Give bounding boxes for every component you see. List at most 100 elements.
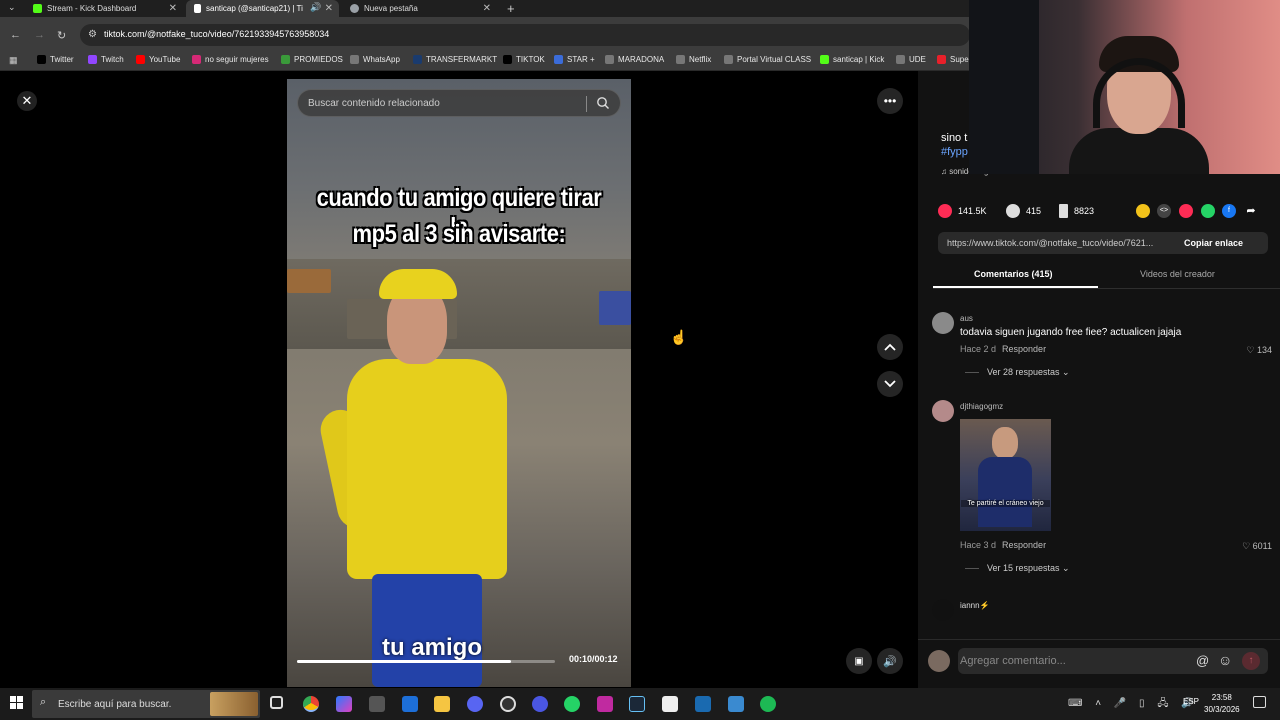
notifications-icon[interactable] xyxy=(1253,696,1266,708)
volume-icon[interactable]: 🔊 xyxy=(877,648,903,674)
bookmark-promiedos[interactable]: PROMIEDOS xyxy=(281,55,343,64)
whatsapp-icon[interactable] xyxy=(1201,204,1215,218)
url-field[interactable]: ⚙ tiktok.com/@notfake_tuco/video/7621933… xyxy=(80,24,970,46)
search-icon: ⌕ xyxy=(40,696,47,708)
bookmark-label: TRANSFERMARKT xyxy=(426,55,498,64)
video-player[interactable]: cuando tu amigo quiere tirar la mp5 al 3… xyxy=(287,79,631,687)
comment-username[interactable]: aus xyxy=(960,314,973,323)
back-icon[interactable]: ← xyxy=(10,29,21,41)
view-replies-button[interactable]: Ver 15 respuestas ⌄ xyxy=(965,563,1070,574)
emoji-icon[interactable]: ☺ xyxy=(1218,652,1232,668)
chrome-icon[interactable] xyxy=(303,696,319,712)
youtube-icon xyxy=(136,55,145,64)
link-row: https://www.tiktok.com/@notfake_tuco/vid… xyxy=(938,232,1268,254)
tab-tiktok[interactable]: santicap (@santicap21) | Ti 🔊 ✕ xyxy=(186,0,339,17)
embed-icon[interactable]: <> xyxy=(1157,204,1171,218)
video-link[interactable]: https://www.tiktok.com/@notfake_tuco/vid… xyxy=(947,238,1175,248)
bookmark-youtube[interactable]: YouTube xyxy=(136,55,180,64)
view-replies-button[interactable]: Ver 28 respuestas ⌄ xyxy=(965,367,1070,378)
tab-creator-videos[interactable]: Videos del creador xyxy=(1140,269,1215,279)
discord-icon[interactable] xyxy=(467,696,483,712)
bookmark-twitch[interactable]: Twitch xyxy=(88,55,124,64)
bookmark-twitter[interactable]: Twitter xyxy=(37,55,74,64)
bookmark-tiktok[interactable]: TIKTOK xyxy=(503,55,545,64)
clock[interactable]: 23:58 30/3/2026 xyxy=(1204,692,1240,716)
steam-icon[interactable] xyxy=(629,696,645,712)
like-button[interactable]: 141.5K xyxy=(938,204,987,218)
share-arrow-icon[interactable]: ➦ xyxy=(1244,204,1258,218)
bookmark-santicap-kick[interactable]: santicap | Kick xyxy=(820,55,884,64)
video-hashtag[interactable]: #fypp xyxy=(941,146,968,158)
facebook-icon[interactable]: f xyxy=(1222,204,1236,218)
streamer xyxy=(1069,128,1209,174)
tab-new[interactable]: Nueva pestaña ✕ xyxy=(342,0,497,17)
app-icon[interactable] xyxy=(695,696,711,712)
copy-link-button[interactable]: Copiar enlace xyxy=(1184,238,1243,248)
app-icon[interactable] xyxy=(369,696,385,712)
app-icon[interactable] xyxy=(728,696,744,712)
app-icon[interactable] xyxy=(402,696,418,712)
site-info-icon[interactable]: ⚙ xyxy=(88,29,97,40)
tab-comments[interactable]: Comentarios (415) xyxy=(974,269,1053,279)
close-tab-icon[interactable]: ✕ xyxy=(169,3,177,14)
obs-icon[interactable] xyxy=(500,696,516,712)
capcut-icon[interactable] xyxy=(662,696,678,712)
avatar[interactable] xyxy=(932,400,954,422)
close-tab-icon[interactable]: ✕ xyxy=(325,3,333,14)
tab-list-chevron-icon[interactable]: ⌄ xyxy=(8,2,16,13)
save-button[interactable]: 8823 xyxy=(1059,204,1094,218)
comment-username[interactable]: iannn⚡ xyxy=(960,601,990,610)
new-tab-button[interactable]: + xyxy=(507,1,515,16)
spotify-icon[interactable] xyxy=(760,696,776,712)
avatar[interactable] xyxy=(932,599,954,621)
avatar[interactable] xyxy=(932,312,954,334)
comment-likes[interactable]: ♡ 6011 xyxy=(1242,541,1272,552)
send-icon[interactable] xyxy=(1179,204,1193,218)
task-view-icon[interactable] xyxy=(270,696,283,709)
bookmark-ude[interactable]: UDE xyxy=(896,55,926,64)
reload-icon[interactable]: ↻ xyxy=(57,29,66,42)
comment-likes[interactable]: ♡ 134 xyxy=(1246,345,1272,356)
language-indicator[interactable]: ESP xyxy=(1183,697,1199,706)
windows-start-icon[interactable] xyxy=(10,696,23,709)
app-icon[interactable] xyxy=(597,696,613,712)
apps-grid-icon[interactable]: ▦ xyxy=(9,55,18,66)
file-explorer-icon[interactable] xyxy=(434,696,450,712)
search-icon[interactable] xyxy=(596,96,610,115)
bookmark-super[interactable]: Super xyxy=(937,55,971,64)
bookmark-netflix[interactable]: Netflix xyxy=(676,55,711,64)
copilot-icon[interactable] xyxy=(336,696,352,712)
bookmark-whatsapp[interactable]: WhatsApp xyxy=(350,55,400,64)
close-tab-icon[interactable]: ✕ xyxy=(483,3,491,14)
like-count: 141.5K xyxy=(958,206,987,216)
taskbar-search-input[interactable]: ⌕ Escribe aquí para buscar. xyxy=(32,690,260,718)
send-comment-icon[interactable]: ↑ xyxy=(1242,652,1260,670)
bookmark-transfermarkt[interactable]: TRANSFERMARKT xyxy=(413,55,497,64)
whatsapp-icon[interactable] xyxy=(564,696,580,712)
forward-icon[interactable]: → xyxy=(34,29,45,41)
bookmark-star[interactable]: STAR + xyxy=(554,55,595,64)
coin-icon[interactable] xyxy=(1136,204,1150,218)
comment-button[interactable]: 415 xyxy=(1006,204,1041,218)
bookmark-portal-virtual-class[interactable]: Portal Virtual CLASS xyxy=(724,55,811,64)
tab-kick-dashboard[interactable]: Stream - Kick Dashboard ✕ xyxy=(25,0,183,17)
avatar[interactable] xyxy=(928,650,950,672)
mention-icon[interactable]: @ xyxy=(1196,653,1209,668)
bookmark-maradona[interactable]: MARADONA xyxy=(605,55,664,64)
audio-playing-icon[interactable]: 🔊 xyxy=(310,2,321,13)
comment-username[interactable]: djthiagogmz xyxy=(960,402,1003,411)
app-icon[interactable] xyxy=(532,696,548,712)
comment-sticker-image[interactable]: Te partiré el cráneo viejo xyxy=(960,419,1051,531)
picture-in-picture-icon[interactable]: ▣ xyxy=(846,648,872,674)
previous-video-icon[interactable] xyxy=(877,334,903,360)
system-tray-icons[interactable]: ⌨ ˄ 🎤 ▯ 🖧 🔊 xyxy=(1068,696,1199,713)
close-icon[interactable]: ✕ xyxy=(17,91,37,111)
reply-button[interactable]: Responder xyxy=(1002,540,1046,550)
comment-input[interactable]: Agregar comentario... @ ☺ ↑ xyxy=(958,648,1268,674)
reply-button[interactable]: Responder xyxy=(1002,344,1046,354)
more-options-icon[interactable]: ••• xyxy=(877,88,903,114)
bookmark-no-seguir-mujeres[interactable]: no seguir mujeres xyxy=(192,55,269,64)
next-video-icon[interactable] xyxy=(877,371,903,397)
video-progress-bar[interactable] xyxy=(297,660,555,663)
related-search-input[interactable]: Buscar contenido relacionado xyxy=(297,89,621,117)
